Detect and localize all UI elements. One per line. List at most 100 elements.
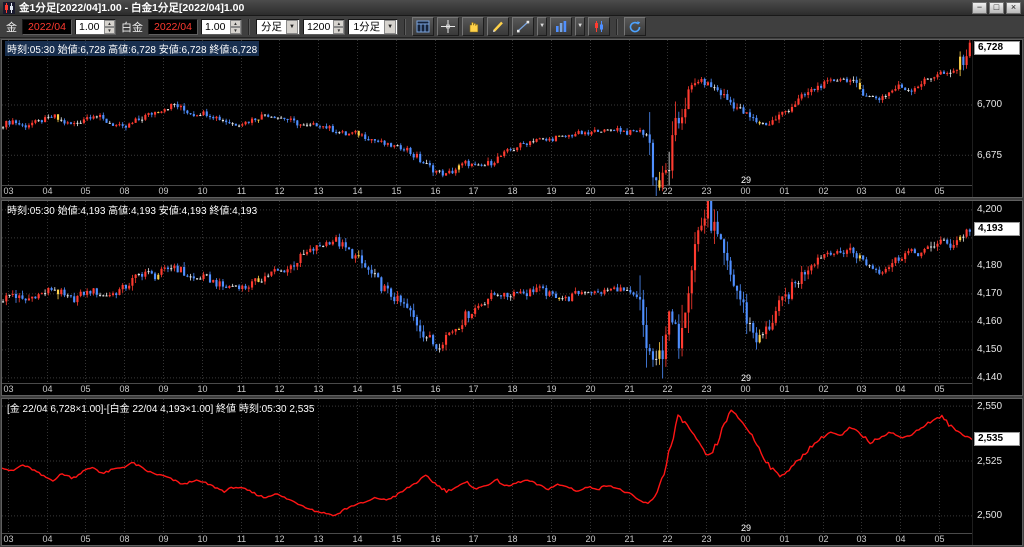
svg-text:03: 03 [856, 534, 866, 544]
svg-text:29: 29 [741, 523, 751, 533]
spinner-down-icon[interactable]: ▼ [230, 26, 241, 34]
svg-text:13: 13 [313, 384, 323, 394]
gold-month-field[interactable]: 2022/04 [22, 18, 72, 35]
svg-text:05: 05 [80, 534, 90, 544]
toolbar: 金 2022/04 1.00 ▲ ▼ 白金 2022/04 1.00 ▲ ▼ 分… [0, 16, 1024, 38]
spinner-down-icon[interactable]: ▼ [333, 26, 345, 34]
candlestick-style-button[interactable] [588, 17, 611, 36]
window-title: 金1分足[2022/04]1.00 - 白金1分足[2022/04]1.00 [19, 2, 245, 14]
bar-chart-dropdown-icon[interactable]: ▼ [575, 17, 586, 36]
svg-text:16: 16 [430, 534, 440, 544]
bar-count-stepper[interactable]: 1200 ▲ ▼ [302, 18, 346, 35]
hand-tool-button[interactable] [462, 17, 485, 36]
svg-text:12: 12 [274, 534, 284, 544]
svg-text:02: 02 [818, 534, 828, 544]
period-dropdown[interactable]: 分足 ▼ [256, 18, 300, 35]
svg-text:21: 21 [624, 186, 634, 196]
svg-text:09: 09 [158, 534, 168, 544]
spread-gold-minus-platinum-svg[interactable]: 03 04 05 08 09 10 11 12 13 14 15 16 17 18 19 20 21 22 23 00… [2, 399, 972, 545]
platinum-multiplier-value: 1.00 [205, 20, 226, 33]
svg-text:20: 20 [585, 384, 595, 394]
svg-text:08: 08 [119, 534, 129, 544]
svg-text:29: 29 [741, 373, 751, 383]
toolbar-separator [616, 18, 619, 35]
svg-text:04: 04 [42, 186, 52, 196]
chevron-down-icon[interactable]: ▼ [384, 19, 397, 34]
chevron-down-icon[interactable]: ▼ [286, 19, 298, 34]
y-axis-label: 4,180 [977, 260, 1003, 272]
current-price-box: 6,728 [974, 41, 1020, 56]
svg-text:15: 15 [391, 186, 401, 196]
svg-text:10: 10 [197, 534, 207, 544]
trendline-icon [517, 20, 530, 33]
svg-text:17: 17 [468, 186, 478, 196]
svg-text:23: 23 [701, 384, 711, 394]
platinum-label: 白金 [121, 21, 143, 34]
crosshair-button[interactable] [437, 17, 460, 36]
y-axis-label: 6,675 [977, 149, 1003, 161]
refresh-icon [629, 21, 641, 33]
svg-text:03: 03 [3, 186, 13, 196]
svg-text:22: 22 [662, 384, 672, 394]
gold-multiplier-stepper[interactable]: 1.00 ▲ ▼ [75, 18, 116, 35]
crosshair-icon [441, 20, 456, 33]
svg-text:29: 29 [741, 175, 751, 185]
minimize-button[interactable]: − [972, 1, 987, 14]
spread-line-panel: [金 22/04 6,728×1.00]-[白金 22/04 4,193×1.0… [1, 398, 1023, 546]
y-axis-label: 6,700 [977, 99, 1003, 111]
timeframe-dropdown[interactable]: 1分足 ▼ [348, 18, 399, 35]
spinner-up-icon[interactable]: ▲ [333, 19, 345, 27]
bar-chart-button[interactable] [550, 17, 573, 36]
svg-text:23: 23 [701, 186, 711, 196]
svg-text:02: 02 [818, 384, 828, 394]
chart-area: 時刻:05:30 始値:6,728 高値:6,728 安値:6,728 終値:6… [0, 38, 1024, 547]
gold-plot[interactable]: 時刻:05:30 始値:6,728 高値:6,728 安値:6,728 終値:6… [2, 40, 972, 197]
trendline-tool-button[interactable] [512, 17, 535, 36]
spread-plot[interactable]: [金 22/04 6,728×1.00]-[白金 22/04 4,193×1.0… [2, 399, 972, 545]
svg-text:03: 03 [856, 186, 866, 196]
platinum-candlestick-panel: 時刻:05:30 始値:4,193 高値:4,193 安値:4,193 終値:4… [1, 200, 1023, 396]
svg-text:22: 22 [662, 534, 672, 544]
gold-1min-svg[interactable]: 03 04 05 08 09 10 11 12 13 14 15 16 17 18 19 20 21 22 23 00… [2, 40, 972, 197]
svg-text:05: 05 [934, 534, 944, 544]
platinum-y-axis: 4,200 4,180 4,170 4,160 4,150 4,140 4,193 [972, 201, 1022, 395]
svg-text:03: 03 [3, 534, 13, 544]
pencil-tool-button[interactable] [487, 17, 510, 36]
svg-text:16: 16 [430, 186, 440, 196]
svg-text:19: 19 [546, 534, 556, 544]
y-axis-label: 2,500 [977, 510, 1003, 522]
platinum-1min-svg[interactable]: 03 04 05 08 09 10 11 12 13 14 15 16 17 18 19 20 21 22 23 00… [2, 201, 972, 395]
y-axis-label: 4,140 [977, 372, 1003, 384]
timeframe-dropdown-value: 1分足 [353, 21, 381, 33]
svg-text:18: 18 [507, 186, 517, 196]
svg-text:03: 03 [3, 384, 13, 394]
svg-text:14: 14 [352, 186, 362, 196]
period-dropdown-value: 分足 [261, 21, 282, 33]
svg-text:17: 17 [468, 534, 478, 544]
trendline-dropdown-icon[interactable]: ▼ [537, 17, 548, 36]
platinum-month-field[interactable]: 2022/04 [148, 18, 198, 35]
y-axis-label: 4,170 [977, 288, 1003, 300]
gold-info-line: 時刻:05:30 始値:6,728 高値:6,728 安値:6,728 終値:6… [5, 41, 260, 56]
platinum-multiplier-stepper[interactable]: 1.00 ▲ ▼ [201, 18, 242, 35]
svg-text:21: 21 [624, 534, 634, 544]
chart-window-button[interactable] [412, 17, 435, 36]
current-price-box: 2,535 [974, 431, 1020, 446]
spinner-up-icon[interactable]: ▲ [230, 19, 241, 27]
svg-text:15: 15 [391, 534, 401, 544]
svg-text:14: 14 [352, 384, 362, 394]
spinner-up-icon[interactable]: ▲ [104, 19, 115, 27]
restore-button[interactable]: □ [989, 1, 1004, 14]
spinner-down-icon[interactable]: ▼ [104, 26, 115, 34]
refresh-button[interactable] [624, 17, 647, 36]
window-controls: − □ × [972, 1, 1021, 14]
svg-text:04: 04 [895, 186, 905, 196]
svg-text:22: 22 [662, 186, 672, 196]
platinum-plot[interactable]: 時刻:05:30 始値:4,193 高値:4,193 安値:4,193 終値:4… [2, 201, 972, 395]
y-axis-label: 2,525 [977, 455, 1003, 467]
svg-text:05: 05 [934, 384, 944, 394]
close-button[interactable]: × [1006, 1, 1021, 14]
svg-text:04: 04 [42, 534, 52, 544]
svg-text:00: 00 [740, 534, 750, 544]
gold-label: 金 [6, 21, 17, 34]
